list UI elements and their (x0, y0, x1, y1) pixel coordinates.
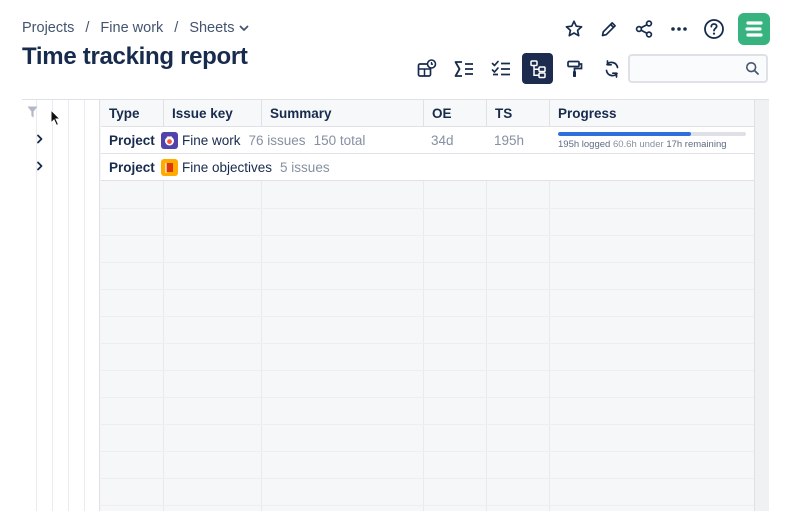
row-oe: 34d (431, 132, 454, 148)
col-progress[interactable]: Progress (550, 100, 754, 127)
col-summary[interactable]: Summary (262, 100, 424, 127)
breadcrumb-separator: / (174, 20, 179, 36)
project-avatar-icon (161, 131, 178, 149)
row-issue-key[interactable]: Fine objectives 5 issues (161, 154, 330, 180)
progress-remaining: 17h remaining (666, 139, 727, 150)
col-oe[interactable]: OE (424, 100, 487, 127)
progress-logged: 195h logged (558, 139, 611, 150)
breadcrumb-fine-work[interactable]: Fine work (100, 20, 163, 36)
table-header: Type Issue key Summary OE TS Progress (101, 100, 754, 127)
expand-row-fine-objectives[interactable] (34, 160, 46, 172)
sum-icon[interactable] (448, 53, 479, 84)
col-issue-key[interactable]: Issue key (164, 100, 262, 127)
project-avatar-icon (161, 158, 178, 176)
project-name[interactable]: Fine objectives (182, 160, 272, 175)
report-toolbar (411, 53, 633, 84)
search-input[interactable] (636, 59, 746, 78)
cursor-icon (50, 108, 62, 132)
issue-count: 76 issues (248, 132, 306, 148)
report-grid: Type Issue key Summary OE TS Progress Pr… (22, 99, 769, 511)
app-logo[interactable] (738, 13, 770, 45)
progress-under: 60.6h under (612, 139, 664, 150)
header-actions (555, 13, 770, 45)
row-type: Project (109, 132, 155, 148)
breadcrumb: Projects / Fine work / Sheets (22, 20, 249, 36)
help-icon[interactable] (698, 13, 730, 45)
more-icon[interactable] (663, 13, 695, 45)
row-gutter (22, 100, 100, 511)
chevron-down-icon[interactable] (239, 23, 249, 33)
search-field[interactable] (628, 54, 768, 83)
progress-track (558, 132, 746, 136)
progress-labels: 195h logged 60.6h under 17h remaining (558, 139, 746, 150)
row-ts: 195h (494, 132, 525, 148)
refresh-icon[interactable] (596, 53, 627, 84)
pencil-icon[interactable] (593, 13, 625, 45)
search-icon (745, 61, 760, 81)
hierarchy-icon[interactable] (522, 53, 553, 84)
issue-count: 5 issues (280, 159, 330, 175)
row-type: Project (109, 159, 155, 175)
table-row[interactable]: Project Fine objectives 5 issues (101, 154, 754, 181)
breadcrumb-projects[interactable]: Projects (22, 20, 74, 36)
expand-row-fine-work[interactable] (34, 133, 46, 145)
progress-bar: 195h logged 60.6h under 17h remaining (558, 132, 746, 150)
project-name[interactable]: Fine work (182, 133, 241, 148)
star-icon[interactable] (558, 13, 590, 45)
col-ts[interactable]: TS (487, 100, 550, 127)
issue-total: 150 total (313, 132, 366, 148)
breadcrumb-sheets[interactable]: Sheets (189, 20, 234, 36)
progress-fill (558, 132, 692, 136)
page-title: Time tracking report (22, 43, 248, 70)
table-row[interactable]: Project Fine work 76 issues 150 total 34… (101, 127, 754, 154)
row-issue-key[interactable]: Fine work 76 issues 150 total (161, 127, 365, 153)
paint-roller-icon[interactable] (559, 53, 590, 84)
checklist-icon[interactable] (485, 53, 516, 84)
filter-icon[interactable] (27, 106, 38, 124)
grid-scrollbar[interactable] (754, 100, 769, 511)
breadcrumb-separator: / (85, 20, 90, 36)
col-type[interactable]: Type (101, 100, 164, 127)
share-icon[interactable] (628, 13, 660, 45)
time-report-icon[interactable] (411, 53, 442, 84)
